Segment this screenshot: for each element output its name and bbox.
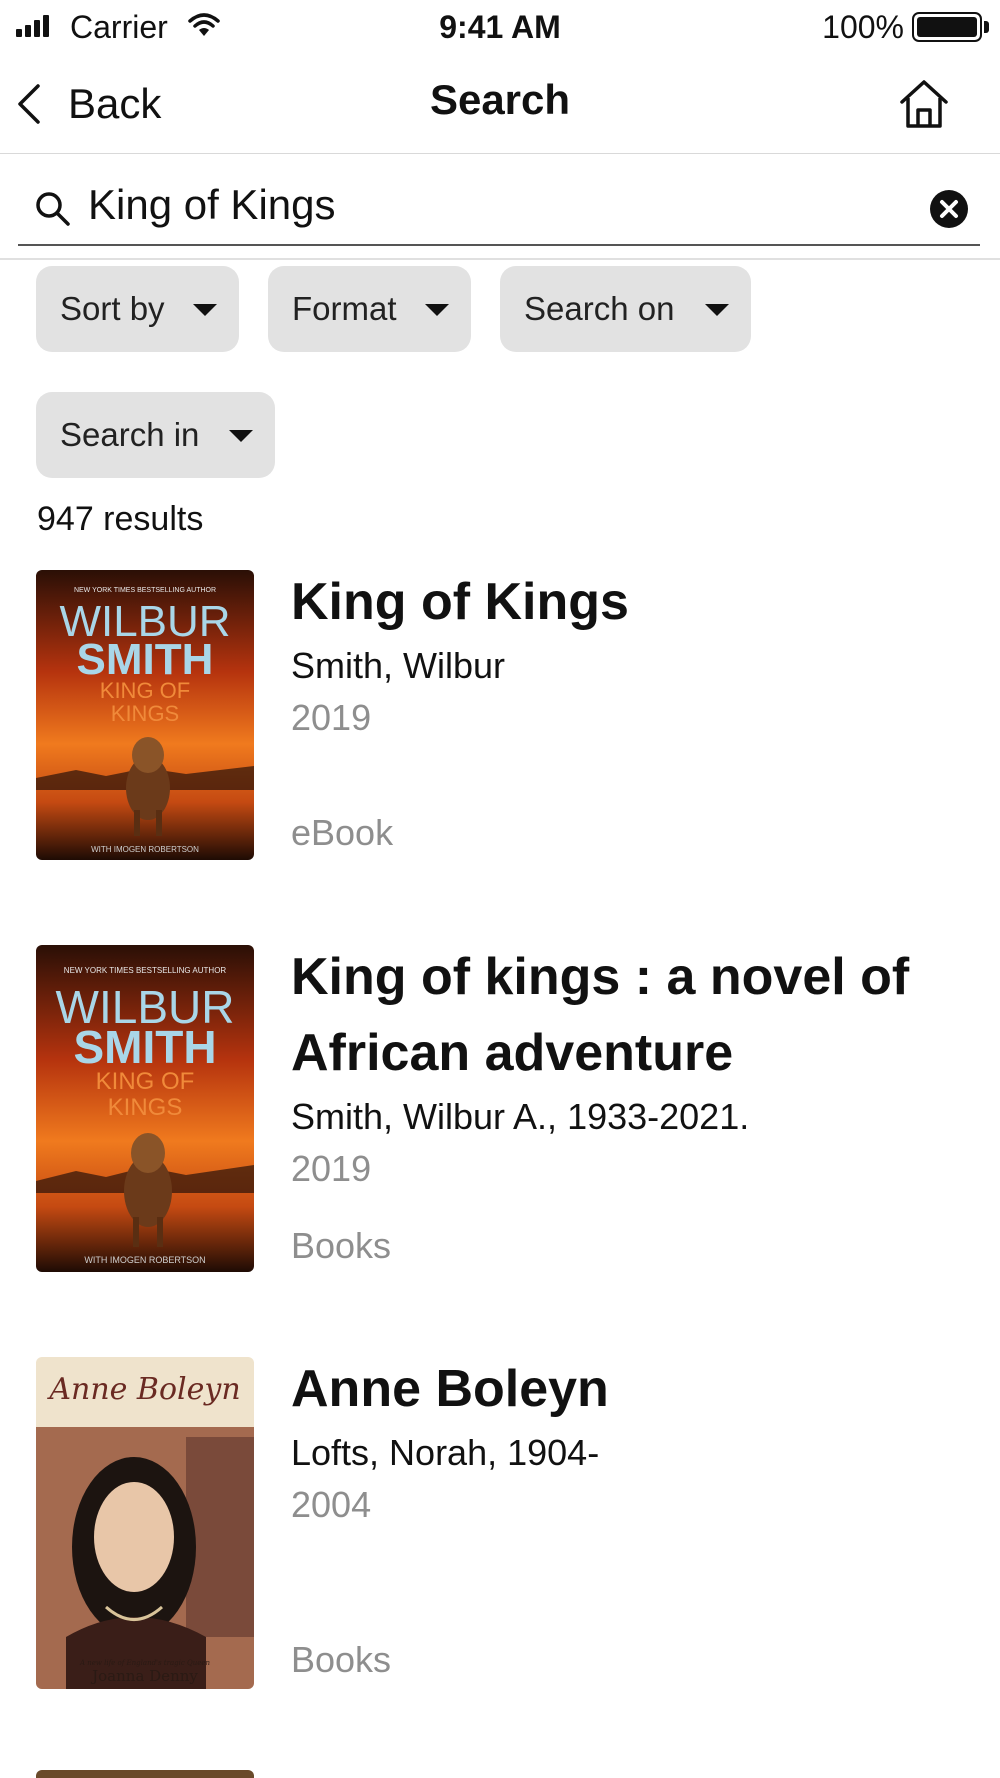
home-button[interactable] [894,74,954,134]
result-item[interactable]: Anne Boleyn A new life of England's trag… [36,1357,976,1691]
divider [0,258,1000,260]
result-format: eBook [291,812,394,853]
navigation-bar: Back Search [0,54,1000,154]
result-author: Lofts, Norah, 1904- [291,1432,600,1473]
book-cover-image: Anne Boleyn A new life of England's trag… [36,1357,254,1689]
clear-search-button[interactable] [930,190,968,228]
search-bar [18,168,980,246]
cover-top-text: NEW YORK TIMES BESTSELLING AUTHOR [74,587,216,594]
cover-line-4: KINGS [108,1094,183,1121]
page-title: Search [429,76,571,123]
result-info: King of kings : a novel of African adven… [291,945,971,1195]
cover-top-text: NEW YORK TIMES BESTSELLING AUTHOR [64,966,227,975]
search-input[interactable] [88,174,908,236]
result-author: Smith, Wilbur [291,645,506,686]
cover-script-title: Anne Boleyn [46,1372,240,1407]
search-in-dropdown[interactable]: Search in [36,392,275,478]
search-icon [36,192,70,226]
battery-percentage: 100% [822,9,904,45]
result-title: King of kings : a novel of African adven… [291,948,910,1082]
result-author: Smith, Wilbur A., 1933-2021. [291,1096,750,1137]
result-title: Anne Boleyn [291,1360,609,1418]
result-year: 2019 [291,1148,372,1189]
cover-author: Joanna Denny [90,1667,198,1685]
result-item[interactable]: NEW YORK TIMES BESTSELLING AUTHOR WILBUR… [36,945,976,1275]
status-bar: Carrier 9:41 AM 100% [0,0,1000,54]
format-dropdown[interactable]: Format [268,266,471,352]
search-on-label: Search on [524,290,675,327]
battery-tip [984,21,989,33]
result-title: King of Kings [291,573,629,631]
cover-subtitle: A new life of England's tragic Queen [79,1659,211,1667]
cover-line-2: SMITH [77,635,214,684]
result-item-partial[interactable] [36,1770,254,1778]
cover-bottom-text: WITH IMOGEN ROBERTSON [84,1255,205,1265]
result-format: Books [291,1225,392,1266]
cover-line-3: KING OF [100,678,190,703]
result-info: Anne Boleyn Lofts, Norah, 1904- 2004 [291,1357,971,1531]
book-cover-image: NEW YORK TIMES BESTSELLING AUTHOR WILBUR… [36,570,254,860]
caret-down-icon [425,304,449,316]
home-icon [900,80,948,128]
book-cover-image: NEW YORK TIMES BESTSELLING AUTHOR WILBUR… [36,945,254,1272]
result-info: King of Kings Smith, Wilbur 2019 [291,570,971,744]
cover-bottom-text: WITH IMOGEN ROBERTSON [91,845,199,854]
result-format: Books [291,1639,392,1680]
sort-by-label: Sort by [60,290,165,327]
search-in-label: Search in [60,416,200,453]
caret-down-icon [229,430,253,442]
search-on-dropdown[interactable]: Search on [500,266,751,352]
caret-down-icon [705,304,729,316]
cover-line-4: KINGS [111,701,179,726]
close-icon [940,200,958,218]
caret-down-icon [193,304,217,316]
result-year: 2019 [291,697,372,738]
format-label: Format [292,290,397,327]
cover-line-3: KING OF [96,1068,195,1095]
result-year: 2004 [291,1484,372,1525]
result-item[interactable]: NEW YORK TIMES BESTSELLING AUTHOR WILBUR… [36,570,976,862]
cover-line-2: SMITH [73,1021,216,1073]
sort-by-dropdown[interactable]: Sort by [36,266,239,352]
results-count: 947 results [37,500,204,538]
battery-icon [912,12,982,42]
